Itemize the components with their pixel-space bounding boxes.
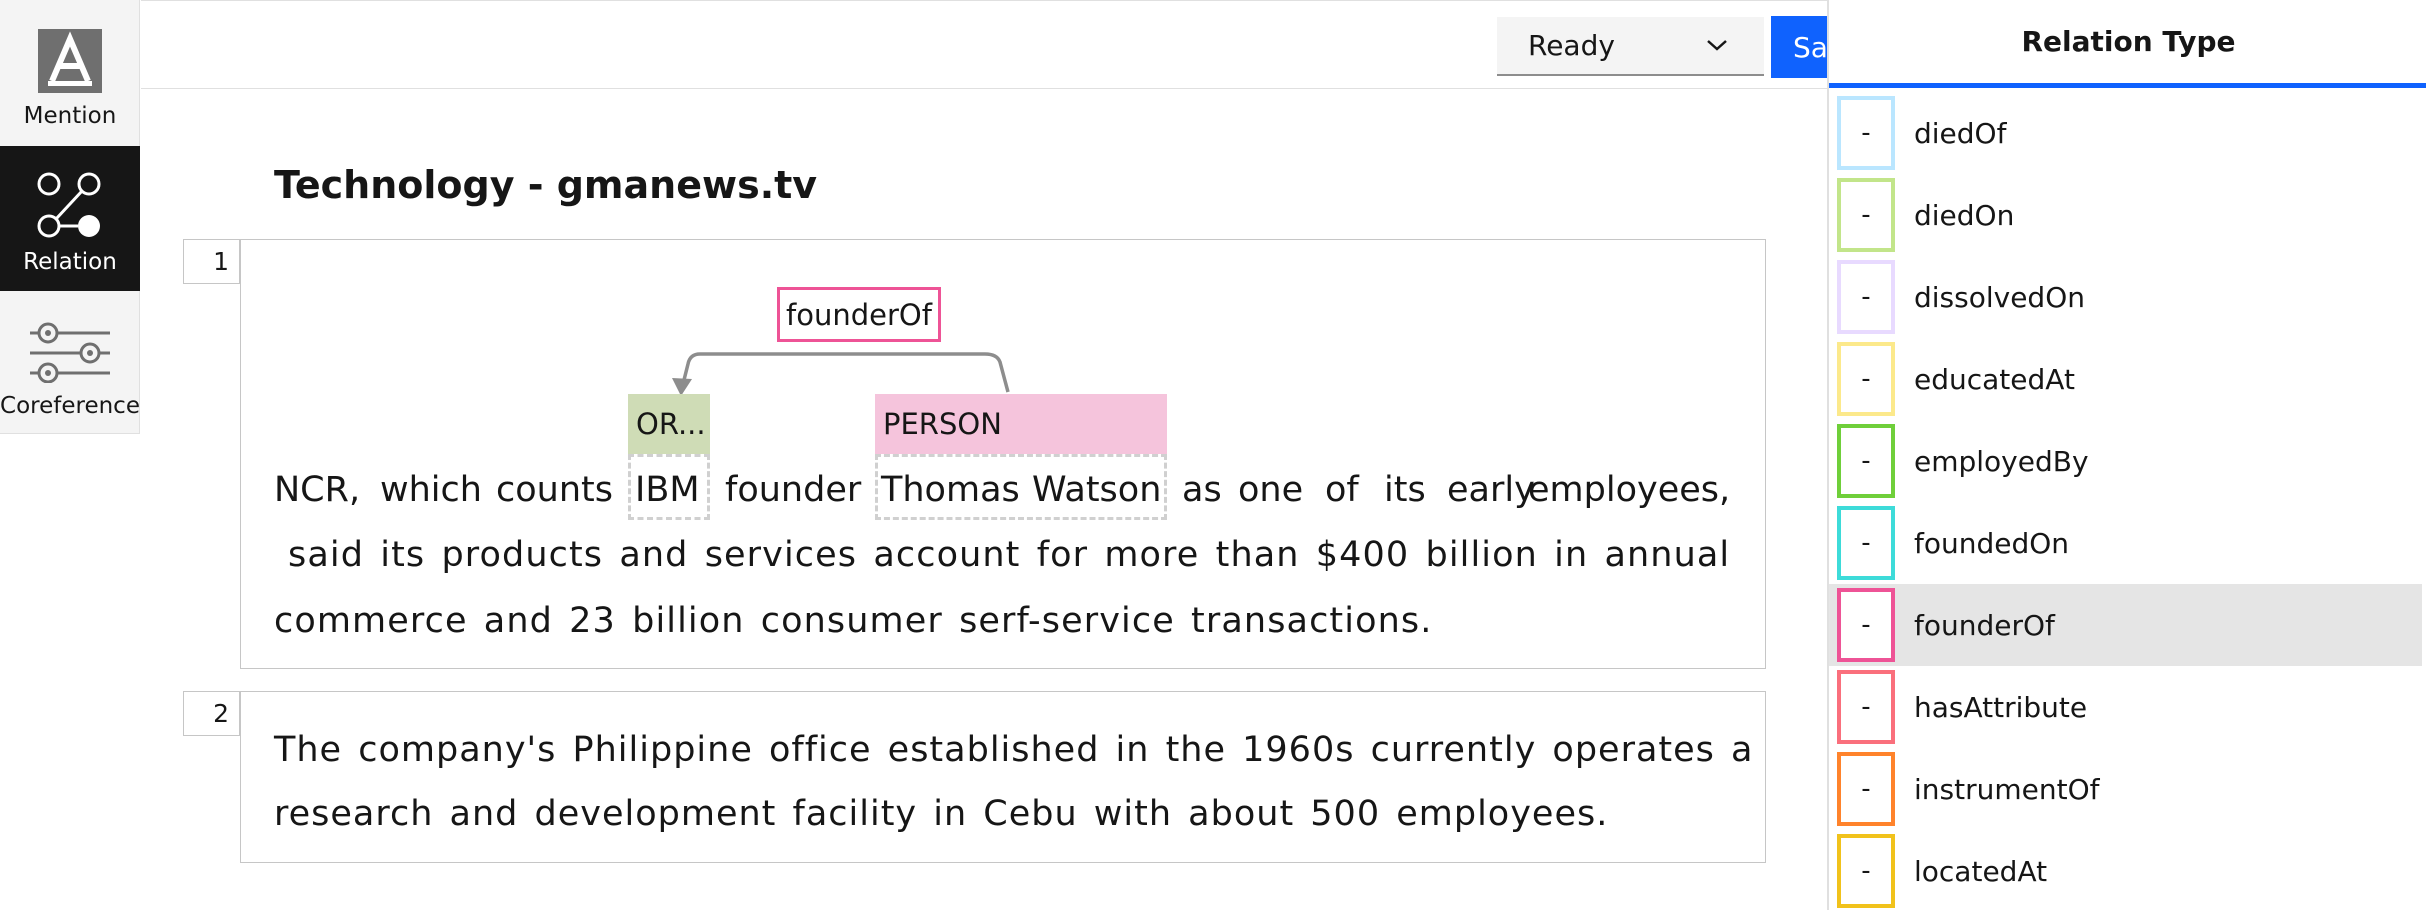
word[interactable]: of [1325,470,1359,510]
relation-type-name: dissolvedOn [1914,280,2085,314]
relation-type-panel: Relation Type - diedOf - diedOn - dissolvedOn… [1827,0,2426,910]
coreference-tool-label: Coreference [0,393,140,419]
word[interactable]: which [380,470,482,510]
relation-tool-label: Relation [23,249,117,275]
relation-type-name: educatedAt [1914,362,2075,396]
relation-label-founderof[interactable]: founderOf [777,287,941,342]
relation-type-name: diedOf [1914,116,2007,150]
entity-label-person[interactable]: PERSON [875,394,1167,454]
entity-label-org[interactable]: OR... [628,394,710,454]
word[interactable]: one [1238,470,1303,510]
relation-icon [37,172,101,238]
mention-icon [38,29,102,93]
header-bar: Ready Save [141,0,1917,89]
relation-type-key: - [1837,342,1895,416]
relation-type-key: - [1837,178,1895,252]
coreference-icon [30,322,110,383]
relation-type-item[interactable]: - locatedAt [1829,830,2426,910]
relation-type-name: hasAttribute [1914,690,2088,724]
status-dropdown-value: Ready [1528,29,1615,62]
relation-type-key: - [1837,260,1895,334]
word[interactable]: counts [496,470,613,510]
document-title: Technology - gmanews.tv [274,163,818,207]
coreference-tool[interactable]: Coreference [0,290,140,435]
relation-type-key: - [1837,424,1895,498]
chevron-down-icon [1707,40,1727,51]
sentence-line[interactable]: said its products and services account f… [288,535,1730,575]
mention-word-watson[interactable]: Watson [1032,470,1161,510]
relation-type-key: - [1837,506,1895,580]
mention-tool-label: Mention [23,103,117,129]
panel-title: Relation Type [1829,0,2426,88]
relation-tool[interactable]: Relation [0,146,140,291]
sentence-number: 2 [183,691,240,736]
mention-word-thomas[interactable]: Thomas [881,470,1020,510]
word[interactable]: NCR, [274,470,360,510]
word[interactable]: as [1182,470,1222,510]
sentence-line[interactable]: commerce and 23 billion consumer serf-se… [274,601,1432,641]
relation-type-item[interactable]: - diedOf [1829,92,2426,174]
relation-type-name: locatedAt [1914,854,2048,888]
sentence-line[interactable]: The company's Philippine office establis… [274,730,1753,770]
relation-type-name: employedBy [1914,444,2089,478]
relation-type-key: - [1837,588,1895,662]
mention-tool[interactable]: Mention [0,0,140,145]
relation-type-item[interactable]: - dissolvedOn [1829,256,2426,338]
tool-rail: Mention Relation Coreference [0,0,140,434]
relation-type-item[interactable]: - diedOn [1829,174,2426,256]
word[interactable]: early [1447,470,1535,510]
relation-type-name: foundedOn [1914,526,2070,560]
relation-type-item[interactable]: - educatedAt [1829,338,2426,420]
relation-type-name: founderOf [1914,608,2055,642]
relation-type-key: - [1837,670,1895,744]
relation-type-name: instrumentOf [1914,772,2100,806]
word[interactable]: founder [725,470,861,510]
relation-type-key: - [1837,752,1895,826]
word[interactable]: employees, [1528,470,1730,510]
relation-type-item[interactable]: - founderOf [1829,584,2422,666]
relation-type-key: - [1837,96,1895,170]
relation-type-item[interactable]: - hasAttribute [1829,666,2426,748]
relation-type-name: diedOn [1914,198,2015,232]
relation-type-item[interactable]: - foundedOn [1829,502,2426,584]
word[interactable]: its [1384,470,1426,510]
mention-word-ibm[interactable]: IBM [635,470,700,510]
status-dropdown[interactable]: Ready [1497,17,1764,76]
relation-type-item[interactable]: - employedBy [1829,420,2426,502]
sentence-number: 1 [183,239,240,284]
sentence-block[interactable] [240,691,1766,863]
relation-type-key: - [1837,834,1895,908]
relation-type-item[interactable]: - instrumentOf [1829,748,2426,830]
sentence-line[interactable]: research and development facility in Ceb… [274,794,1608,834]
